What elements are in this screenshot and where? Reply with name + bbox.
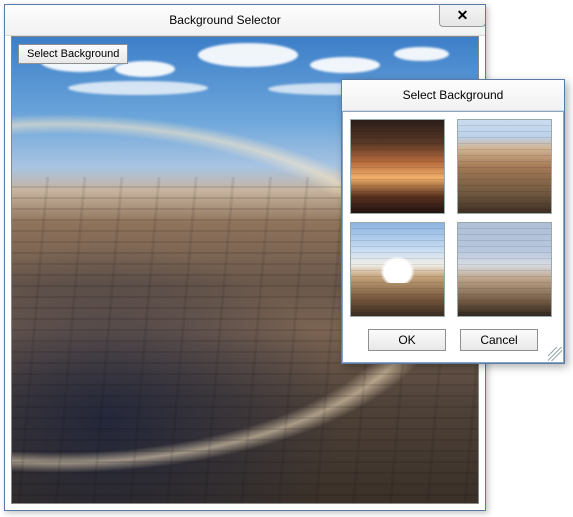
main-titlebar[interactable]: Background Selector ✕ [5, 5, 485, 36]
close-icon: ✕ [457, 8, 469, 22]
select-background-dialog: Select Background [341, 79, 565, 364]
thumbnail-canyon-snow[interactable] [457, 222, 552, 317]
close-button[interactable]: ✕ [439, 4, 486, 27]
cloud-icon [68, 81, 208, 95]
thumbnail-grid [350, 119, 556, 317]
cloud-icon [198, 43, 298, 67]
thumbnail-image [458, 223, 551, 316]
main-window-title: Background Selector [5, 5, 445, 35]
cloud-icon [394, 47, 449, 61]
dialog-button-row: OK Cancel [350, 329, 556, 351]
resize-grip[interactable] [548, 347, 562, 361]
cloud-icon [310, 57, 380, 73]
thumbnail-canyon-sunset[interactable] [350, 119, 445, 214]
thumbnail-image [351, 223, 444, 316]
dialog-client-area: OK Cancel [342, 111, 564, 363]
thumbnail-image [458, 120, 551, 213]
thumbnail-image [351, 120, 444, 213]
thumbnail-canyon-clouds[interactable] [350, 222, 445, 317]
cancel-button[interactable]: Cancel [460, 329, 538, 351]
dialog-titlebar[interactable]: Select Background [342, 80, 564, 111]
thumbnail-canyon-aerial[interactable] [457, 119, 552, 214]
dialog-title: Select Background [403, 88, 504, 102]
ok-button[interactable]: OK [368, 329, 446, 351]
select-background-button[interactable]: Select Background [18, 44, 128, 64]
